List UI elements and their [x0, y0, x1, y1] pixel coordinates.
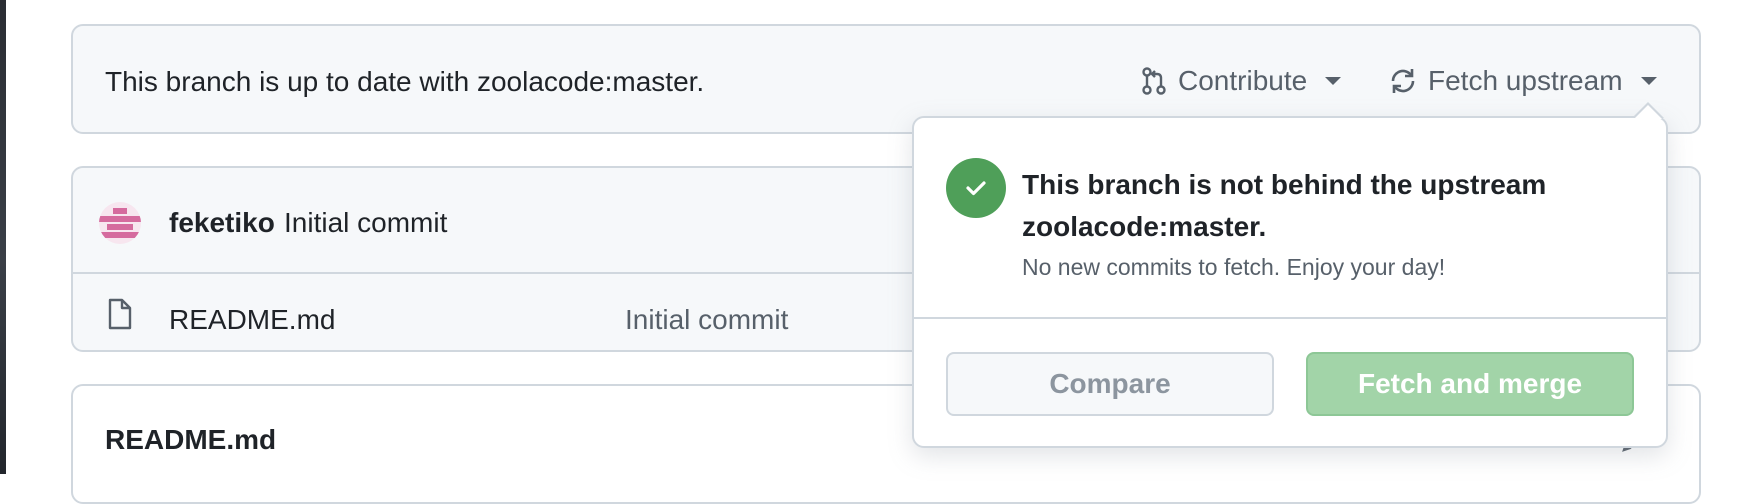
- success-badge: [946, 158, 1006, 218]
- git-pull-request-icon: [1142, 67, 1166, 95]
- file-icon: [108, 298, 132, 330]
- file-commit-message[interactable]: Initial commit: [625, 304, 788, 336]
- fetch-upstream-popover: This branch is not behind the upstream z…: [912, 102, 1668, 448]
- file-name-link[interactable]: README.md: [169, 304, 335, 336]
- popover-title: This branch is not behind the upstream z…: [1022, 169, 1547, 242]
- compare-button[interactable]: Compare: [946, 352, 1274, 416]
- divider: [914, 317, 1666, 319]
- avatar[interactable]: [99, 202, 141, 244]
- check-icon: [966, 181, 986, 196]
- popover-subtitle: No new commits to fetch. Enjoy your day!: [1022, 254, 1446, 280]
- caret-down-icon: [1325, 77, 1342, 85]
- fetch-upstream-button[interactable]: Fetch upstream: [1388, 63, 1657, 99]
- commit-author[interactable]: feketiko: [169, 207, 275, 239]
- sync-icon: [1391, 69, 1415, 93]
- fetch-and-merge-button[interactable]: Fetch and merge: [1306, 352, 1634, 416]
- contribute-button[interactable]: Contribute: [1140, 63, 1342, 99]
- fetch-upstream-label: Fetch upstream: [1428, 65, 1623, 96]
- contribute-label: Contribute: [1178, 65, 1308, 96]
- caret-down-icon: [1640, 77, 1657, 85]
- commit-message[interactable]: Initial commit: [284, 207, 447, 239]
- branch-status-text: This branch is up to date with zoolacode…: [105, 66, 705, 97]
- desktop-edge: [0, 0, 6, 474]
- readme-title: README.md: [105, 424, 277, 455]
